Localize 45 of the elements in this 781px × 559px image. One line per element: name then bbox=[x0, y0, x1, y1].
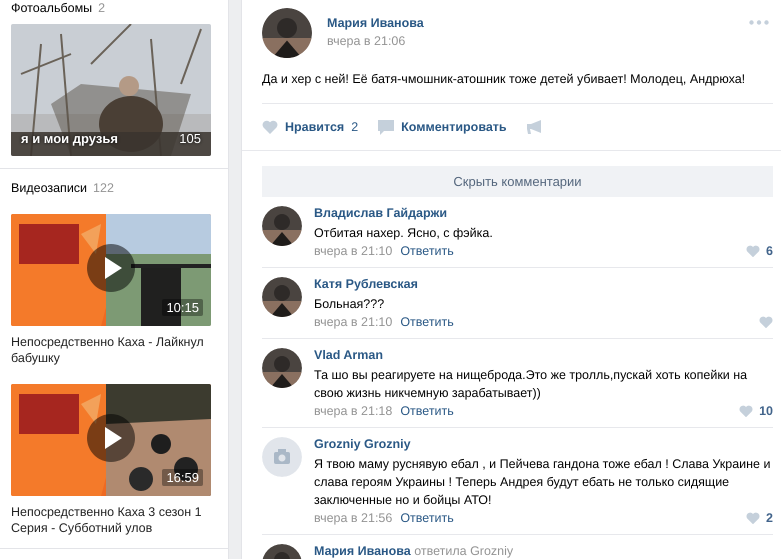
album-caption: я и мои друзья bbox=[21, 131, 118, 146]
like-button[interactable]: Нравится 2 bbox=[262, 120, 358, 134]
heart-icon[interactable] bbox=[759, 316, 773, 328]
hide-comments-button[interactable]: Скрыть комментарии bbox=[262, 166, 773, 197]
video-duration: 10:15 bbox=[162, 299, 203, 316]
more-icon[interactable] bbox=[749, 20, 769, 25]
section-count: 2 bbox=[98, 0, 106, 16]
comment-author[interactable]: Мария Иванова bbox=[314, 544, 411, 558]
heart-icon[interactable] bbox=[262, 120, 278, 134]
heart-icon[interactable] bbox=[739, 404, 754, 418]
reply-link[interactable]: Ответить bbox=[400, 242, 454, 260]
heart-icon[interactable] bbox=[746, 512, 760, 524]
section-title[interactable]: Фотоальбомы bbox=[11, 0, 92, 16]
reply-link[interactable]: Ответить bbox=[400, 313, 454, 331]
like-count: 2 bbox=[766, 510, 773, 527]
section-title[interactable]: Видеозаписи bbox=[11, 180, 88, 196]
reply-link[interactable]: Ответить bbox=[400, 509, 454, 527]
comment-text: Больная??? bbox=[314, 296, 386, 313]
video-title[interactable]: Непосредственно Каха - Лайкнул бабушку bbox=[11, 334, 217, 366]
play-icon[interactable] bbox=[87, 244, 135, 292]
section-count: 122 bbox=[93, 180, 114, 196]
video-title[interactable]: Непосредственно Каха 3 сезон 1 Серия - Субботний улов bbox=[11, 504, 217, 536]
comment-text: Я твою маму руснявую ебал , и Пейчева гандона тоже ебал ! Слава Украине и слава героям Украины ! Теперь Андрея будут ебать не только сидящие заключенные но и бойцы АТО! bbox=[314, 456, 772, 509]
post-text: Да и хер с ней! Её батя-чмошник-атошник тоже детей убивает! Молодец, Андрюха! bbox=[262, 71, 773, 104]
like-count: 6 bbox=[766, 243, 773, 260]
comment-button[interactable]: Комментировать bbox=[378, 120, 507, 134]
comment-text: Отбитая нахер. Ясно, с фэйка. bbox=[314, 225, 494, 242]
video-thumbnail[interactable]: 16:59 bbox=[11, 384, 211, 496]
video-thumbnail[interactable]: 10:15 bbox=[11, 214, 211, 326]
like-count: 10 bbox=[759, 403, 773, 420]
comment-icon bbox=[378, 120, 394, 134]
author-name[interactable]: Мария Иванова bbox=[327, 16, 424, 30]
video-duration: 16:59 bbox=[162, 469, 203, 486]
comment-text: Та шо вы реагируете на нищеброда.Это же тролль,пускай хоть копейки на свою жизнь никчемную зарабатывает)) bbox=[314, 367, 748, 402]
camera-icon[interactable] bbox=[262, 437, 302, 477]
comment-author[interactable]: Grozniy Grozniy bbox=[314, 437, 411, 451]
play-icon[interactable] bbox=[87, 414, 135, 462]
megaphone-icon[interactable] bbox=[526, 120, 543, 134]
album-thumbnail[interactable]: я и мои друзья 105 bbox=[11, 24, 211, 156]
comment-author[interactable]: Катя Рублевская bbox=[314, 277, 418, 291]
photo-count: 105 bbox=[179, 131, 201, 146]
comment-author[interactable]: Владислав Гайдаржи bbox=[314, 206, 448, 220]
heart-icon[interactable] bbox=[746, 244, 760, 258]
reply-link[interactable]: Ответить bbox=[400, 402, 454, 420]
comment-author[interactable]: Vlad Arman bbox=[314, 348, 384, 362]
